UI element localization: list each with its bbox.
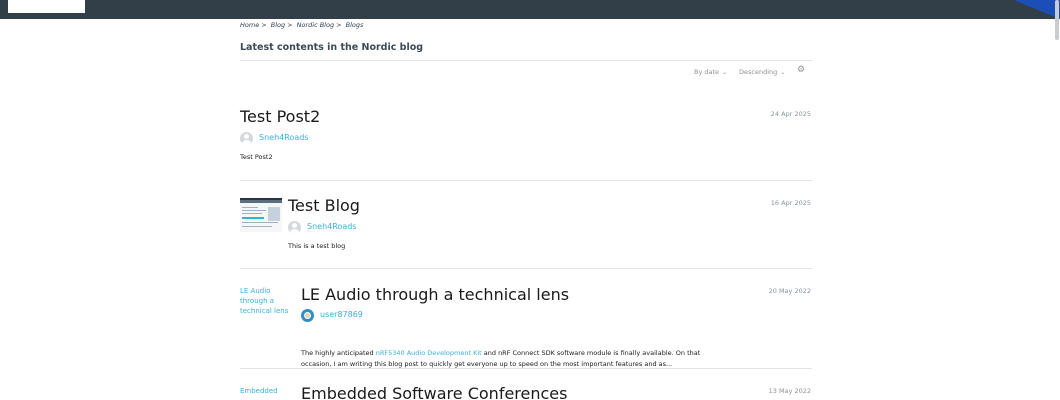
post-divider (240, 180, 812, 181)
sort-by-label: By date (694, 68, 720, 76)
post-title-link[interactable]: Embedded Software Conferences (301, 384, 567, 400)
thumbnail-line (242, 207, 258, 208)
breadcrumb-blog-link[interactable]: Blog (271, 21, 285, 29)
breadcrumb-separator: > (287, 21, 293, 29)
gear-icon[interactable]: ⚙ (797, 65, 805, 75)
post-author: Sneh4Roads (288, 221, 408, 235)
post-title-link[interactable]: Test Blog (288, 196, 360, 215)
author-name-link[interactable]: Sneh4Roads (259, 133, 308, 142)
thumbnail-line (242, 210, 266, 211)
post-excerpt: The highly anticipated nRF5340 Audio Dev… (301, 348, 731, 370)
thumbnail-header-strip (240, 200, 282, 203)
post-author: user87869 (301, 309, 421, 323)
breadcrumb-separator: > (261, 21, 267, 29)
post-divider (240, 368, 812, 369)
excerpt-text: The highly anticipated (301, 349, 376, 357)
post-title-link[interactable]: LE Audio through a technical lens (301, 285, 569, 304)
author-name-link[interactable]: Sneh4Roads (307, 222, 356, 231)
breadcrumb-separator: > (336, 21, 342, 29)
breadcrumb-home-link[interactable]: Home (240, 21, 259, 29)
excerpt-link-nrf5340-audio-dk[interactable]: nRF5340 Audio Development Kit (376, 349, 482, 357)
top-navigation-bar: semiconductor (0, 0, 1060, 19)
sort-by-dropdown[interactable]: By date ⌄ (694, 68, 727, 76)
thumbnail-line (242, 222, 278, 223)
thumbnail-block (268, 207, 280, 221)
nordic-logo[interactable]: semiconductor (8, 0, 85, 13)
post-date: 24 Apr 2025 (770, 110, 811, 118)
breadcrumb-nordic-blog-link[interactable]: Nordic Blog (297, 21, 334, 29)
page-scrollbar-thumb[interactable] (1055, 0, 1059, 40)
post-date: 20 May 2022 (768, 287, 811, 295)
post-excerpt: Test Post2 (240, 153, 273, 161)
thumbnail-line (242, 213, 262, 214)
corner-accent-shape (1014, 0, 1060, 19)
avatar[interactable] (240, 132, 253, 145)
post-date: 16 Apr 2025 (770, 199, 811, 207)
post-thumbnail[interactable] (240, 198, 282, 232)
page-title: Latest contents in the Nordic blog (240, 42, 424, 53)
post-date: 13 May 2022 (768, 387, 811, 395)
avatar-body-shape (242, 140, 251, 145)
avatar[interactable] (301, 309, 314, 322)
avatar-body-shape (290, 229, 299, 234)
post-title-link[interactable]: Test Post2 (240, 107, 320, 126)
logo-text: semiconductor (20, 0, 76, 2)
thumbnail-line (242, 226, 272, 227)
post-author: Sneh4Roads (240, 132, 360, 146)
post-thumbnail-broken-image[interactable]: LE Audio through a technical lens (240, 286, 296, 316)
avatar-head-shape (244, 134, 249, 139)
sort-order-label: Descending (739, 68, 778, 76)
chevron-down-icon: ⌄ (780, 69, 786, 76)
breadcrumb: Home > Blog > Nordic Blog > Blogs (240, 21, 365, 29)
breadcrumb-current-blogs: Blogs (345, 21, 364, 29)
avatar-head-shape (292, 223, 297, 228)
heading-divider (240, 60, 812, 61)
chevron-down-icon: ⌄ (722, 69, 728, 76)
author-name-link[interactable]: user87869 (320, 310, 363, 319)
avatar-face-shape (304, 312, 311, 319)
sort-order-dropdown[interactable]: Descending ⌄ (739, 68, 785, 76)
post-excerpt: This is a test blog (288, 242, 346, 250)
post-thumbnail-broken-image[interactable]: Embedded (240, 386, 296, 396)
avatar[interactable] (288, 221, 301, 234)
thumbnail-accent (242, 217, 264, 219)
post-divider (240, 268, 812, 269)
